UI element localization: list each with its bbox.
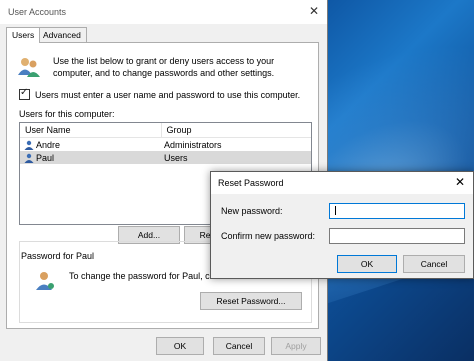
user-cell: Paul xyxy=(20,153,161,163)
column-header-user-name[interactable]: User Name xyxy=(20,123,162,137)
close-icon[interactable]: ✕ xyxy=(309,4,319,18)
password-group-title: Password for Paul xyxy=(21,251,95,261)
user-cell: Andre xyxy=(20,140,161,150)
ok-button[interactable]: OK xyxy=(156,337,204,355)
table-row[interactable]: Andre Administrators xyxy=(20,138,311,151)
new-password-field[interactable] xyxy=(329,203,465,219)
user-icon xyxy=(24,140,34,150)
user-group: Users xyxy=(164,152,188,163)
close-icon[interactable]: ✕ xyxy=(455,175,465,189)
require-password-checkbox[interactable]: Users must enter a user name and passwor… xyxy=(19,87,301,100)
checkbox-label: Users must enter a user name and passwor… xyxy=(35,89,301,100)
dialog-titlebar: Reset Password ✕ xyxy=(211,172,473,194)
user-icon xyxy=(24,153,34,163)
tab-advanced[interactable]: Advanced xyxy=(37,27,87,42)
tab-users[interactable]: Users xyxy=(6,27,41,43)
reset-password-button[interactable]: Reset Password... xyxy=(200,292,302,310)
user-name: Paul xyxy=(36,152,55,163)
user-group: Administrators xyxy=(164,139,222,150)
dialog-cancel-button[interactable]: Cancel xyxy=(403,255,465,273)
user-key-icon xyxy=(36,272,54,290)
table-row[interactable]: Paul Users xyxy=(20,151,311,164)
list-header: User Name Group xyxy=(20,123,311,138)
cancel-button[interactable]: Cancel xyxy=(213,337,265,355)
new-password-label: New password: xyxy=(221,206,283,216)
confirm-password-field[interactable] xyxy=(329,228,465,244)
apply-button[interactable]: Apply xyxy=(271,337,321,355)
dialog-ok-button[interactable]: OK xyxy=(337,255,397,273)
reset-password-dialog: Reset Password ✕ New password: Confirm n… xyxy=(210,171,474,279)
window-title: User Accounts xyxy=(8,7,67,17)
window-titlebar: User Accounts ✕ xyxy=(0,0,327,24)
user-name: Andre xyxy=(36,139,61,150)
confirm-password-label: Confirm new password: xyxy=(221,231,316,241)
checkbox-box[interactable] xyxy=(19,87,30,100)
text-caret xyxy=(335,206,336,215)
dialog-title: Reset Password xyxy=(218,178,284,188)
users-icon xyxy=(18,58,40,77)
users-list-label: Users for this computer: xyxy=(19,109,115,119)
column-header-group[interactable]: Group xyxy=(162,123,311,137)
intro-text: Use the list below to grant or deny user… xyxy=(53,56,275,78)
